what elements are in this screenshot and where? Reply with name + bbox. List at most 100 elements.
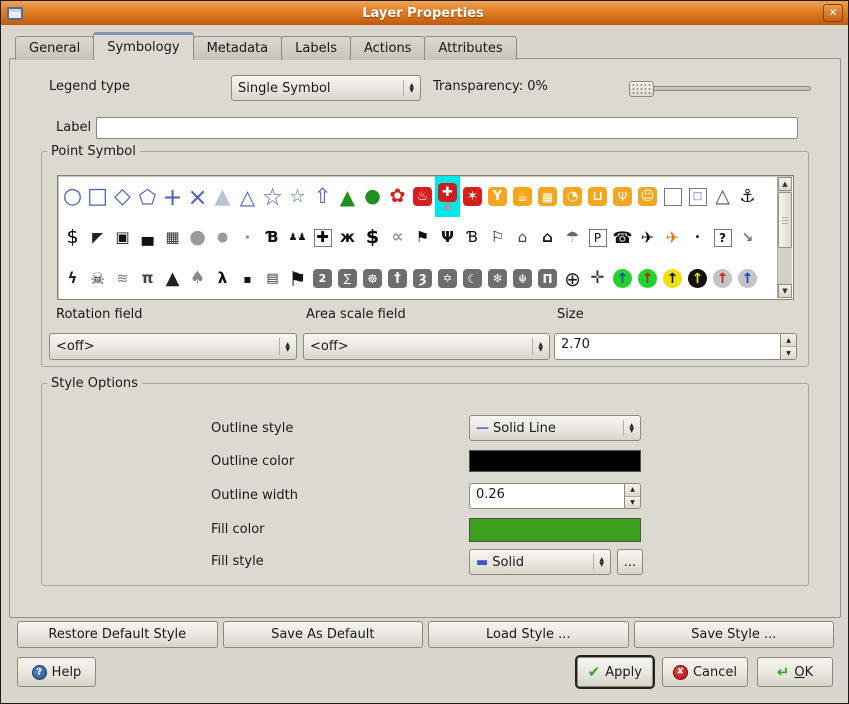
balloon-symbol[interactable]: ☂ [560, 217, 585, 258]
arrow-green-blue-symbol[interactable]: ↑ [610, 258, 635, 299]
airplane-symbol[interactable]: ✈ [635, 217, 660, 258]
restore-default-style-button[interactable]: Restore Default Style [17, 621, 218, 648]
flag-large-symbol[interactable]: ⚑ [285, 258, 310, 299]
fork-knife-symbol[interactable]: Ψ [435, 217, 460, 258]
crescent-symbol[interactable]: ☾ [460, 258, 485, 299]
circle-symbol[interactable]: ○ [60, 176, 85, 217]
spin-up-icon[interactable]: ▲ [781, 334, 796, 347]
fish-symbol[interactable]: ∝ [385, 217, 410, 258]
symbol-list[interactable]: ○□◇⬠+×▲△☆☆⇧▲●✿♨✚✶Y☕▦◔⊔Ψ☺ □△⚓ $◤▣▄▦●●•Ɓ♟♟… [57, 175, 794, 300]
legend-type-combo[interactable]: Single Symbol ▲▼ [231, 75, 421, 101]
scroll-up-icon[interactable]: ▲ [778, 177, 792, 191]
camera-symbol[interactable]: ▣ [110, 217, 135, 258]
bar-symbol[interactable]: Y [485, 176, 510, 217]
scroll-down-icon[interactable]: ▼ [778, 284, 792, 298]
spin-up-icon[interactable]: ▲ [625, 484, 640, 497]
pentagon-symbol[interactable]: ⬠ [135, 176, 160, 217]
save-as-default-button[interactable]: Save As Default [223, 621, 424, 648]
titlebar[interactable]: Layer Properties ✕ [1, 1, 848, 25]
om-symbol[interactable]: Ȝ [410, 258, 435, 299]
spin-down-icon[interactable]: ▼ [625, 497, 640, 509]
question-symbol[interactable]: ? [710, 217, 735, 258]
flower-symbol[interactable]: ✿ [385, 176, 410, 217]
cctv-camera-symbol[interactable]: ◤ [85, 217, 110, 258]
skier-symbol[interactable]: ϟ [60, 258, 85, 299]
building-symbol[interactable]: ▦ [160, 217, 185, 258]
star-badge-symbol[interactable]: ✶ [460, 176, 485, 217]
size-spin-buttons[interactable]: ▲ ▼ [780, 334, 796, 359]
cross-plus-symbol[interactable]: + [160, 176, 185, 217]
shelter-symbol[interactable]: ⌂ [510, 217, 535, 258]
tab-attributes[interactable]: Attributes [424, 36, 516, 60]
small-square-symbol[interactable]: ▪ [235, 258, 260, 299]
house-symbol[interactable]: ⌂ [535, 217, 560, 258]
circle-medium-symbol[interactable]: ● [210, 217, 235, 258]
outline-color-swatch[interactable] [469, 450, 641, 472]
circle-large-symbol[interactable]: ● [185, 217, 210, 258]
skull-symbol[interactable]: ☠ [85, 258, 110, 299]
arrow-yellow-black-symbol[interactable]: ↑ [660, 258, 685, 299]
picnic-table-symbol[interactable]: π [135, 258, 160, 299]
diving-bird-symbol[interactable]: ↘ [735, 217, 760, 258]
arrow-gray-blue-symbol[interactable]: ↑ [735, 258, 760, 299]
dollar-symbol[interactable]: $ [60, 217, 85, 258]
golf-symbol[interactable]: ⚐ [485, 217, 510, 258]
tv-symbol[interactable]: ▤ [260, 258, 285, 299]
arrow-green-red-symbol[interactable]: ↑ [635, 258, 660, 299]
airplane-orange-symbol[interactable]: ✈ [660, 217, 685, 258]
scrollbar-thumb[interactable] [778, 192, 792, 248]
box-blue-square-symbol[interactable]: □ [685, 176, 710, 217]
fuel-symbol[interactable]: Ɓ [260, 217, 285, 258]
medical-cross-symbol[interactable]: ✚ [310, 217, 335, 258]
deer-symbol[interactable]: ж [335, 217, 360, 258]
outline-width-spin-buttons[interactable]: ▲ ▼ [624, 484, 640, 508]
arrow-black-yellow-symbol[interactable]: ↑ [685, 258, 710, 299]
circle-small-symbol[interactable]: • [235, 217, 260, 258]
fire-symbol[interactable]: ♨ [410, 176, 435, 217]
fill-style-more-button[interactable]: ... [617, 549, 643, 575]
fill-color-swatch[interactable] [469, 518, 641, 542]
tab-symbology[interactable]: Symbology [93, 32, 193, 60]
tab-metadata[interactable]: Metadata [193, 36, 283, 60]
tab-general[interactable]: General [15, 36, 94, 60]
small-dot-symbol[interactable]: • [685, 217, 710, 258]
compass-symbol[interactable]: ⊕ [560, 258, 585, 299]
cross-x-symbol[interactable]: × [185, 176, 210, 217]
fuel-pump-symbol[interactable]: Ɓ [460, 217, 485, 258]
star-small-symbol[interactable]: ☆ [285, 176, 310, 217]
beer-symbol[interactable]: ⊔ [585, 176, 610, 217]
outline-width-spinbox[interactable]: 0.26 ▲ ▼ [469, 483, 641, 509]
save-style-button[interactable]: Save Style ... [634, 621, 835, 648]
christian-cross-symbol[interactable]: † [385, 258, 410, 299]
arrow-gray-red-symbol[interactable]: ↑ [710, 258, 735, 299]
hiker-symbol[interactable]: λ [210, 258, 235, 299]
restaurant-symbol[interactable]: Ψ [610, 176, 635, 217]
tab-actions[interactable]: Actions [350, 36, 426, 60]
square-symbol[interactable]: □ [85, 176, 110, 217]
praying-symbol[interactable]: 2 [310, 258, 335, 299]
area-scale-field-combo[interactable]: <off> ▲▼ [303, 333, 550, 360]
cafe-symbol[interactable]: ☕ [510, 176, 535, 217]
people-symbol[interactable]: ♟♟ [285, 217, 310, 258]
triangle-symbol[interactable]: △ [235, 176, 260, 217]
car-symbol[interactable]: ▄ [135, 217, 160, 258]
leaf-tree-symbol[interactable]: ● [360, 176, 385, 217]
school-symbol[interactable]: ∑ [335, 258, 360, 299]
pizza-symbol[interactable]: ◔ [560, 176, 585, 217]
teepee-symbol[interactable]: ▲ [160, 258, 185, 299]
spin-down-icon[interactable]: ▼ [781, 347, 796, 359]
transparency-slider-handle[interactable] [629, 81, 654, 97]
cinema-symbol[interactable]: ▦ [535, 176, 560, 217]
transparency-slider[interactable] [629, 86, 811, 91]
museum-symbol[interactable]: Π [535, 258, 560, 299]
symbol-scrollbar[interactable]: ▲ ▼ [777, 177, 792, 298]
tab-labels[interactable]: Labels [281, 36, 351, 60]
fill-style-combo[interactable]: ▬ Solid ▲▼ [469, 549, 611, 575]
size-spinbox[interactable]: 2.70 ▲ ▼ [554, 333, 797, 360]
apply-button[interactable]: ✔ Apply [577, 657, 653, 687]
star-of-david-symbol[interactable]: ✡ [435, 258, 460, 299]
khanda-symbol[interactable]: ☬ [510, 258, 535, 299]
empty-box-symbol[interactable] [660, 176, 685, 217]
load-style-button[interactable]: Load Style ... [428, 621, 629, 648]
pine-tree-symbol[interactable]: ▲ [335, 176, 360, 217]
